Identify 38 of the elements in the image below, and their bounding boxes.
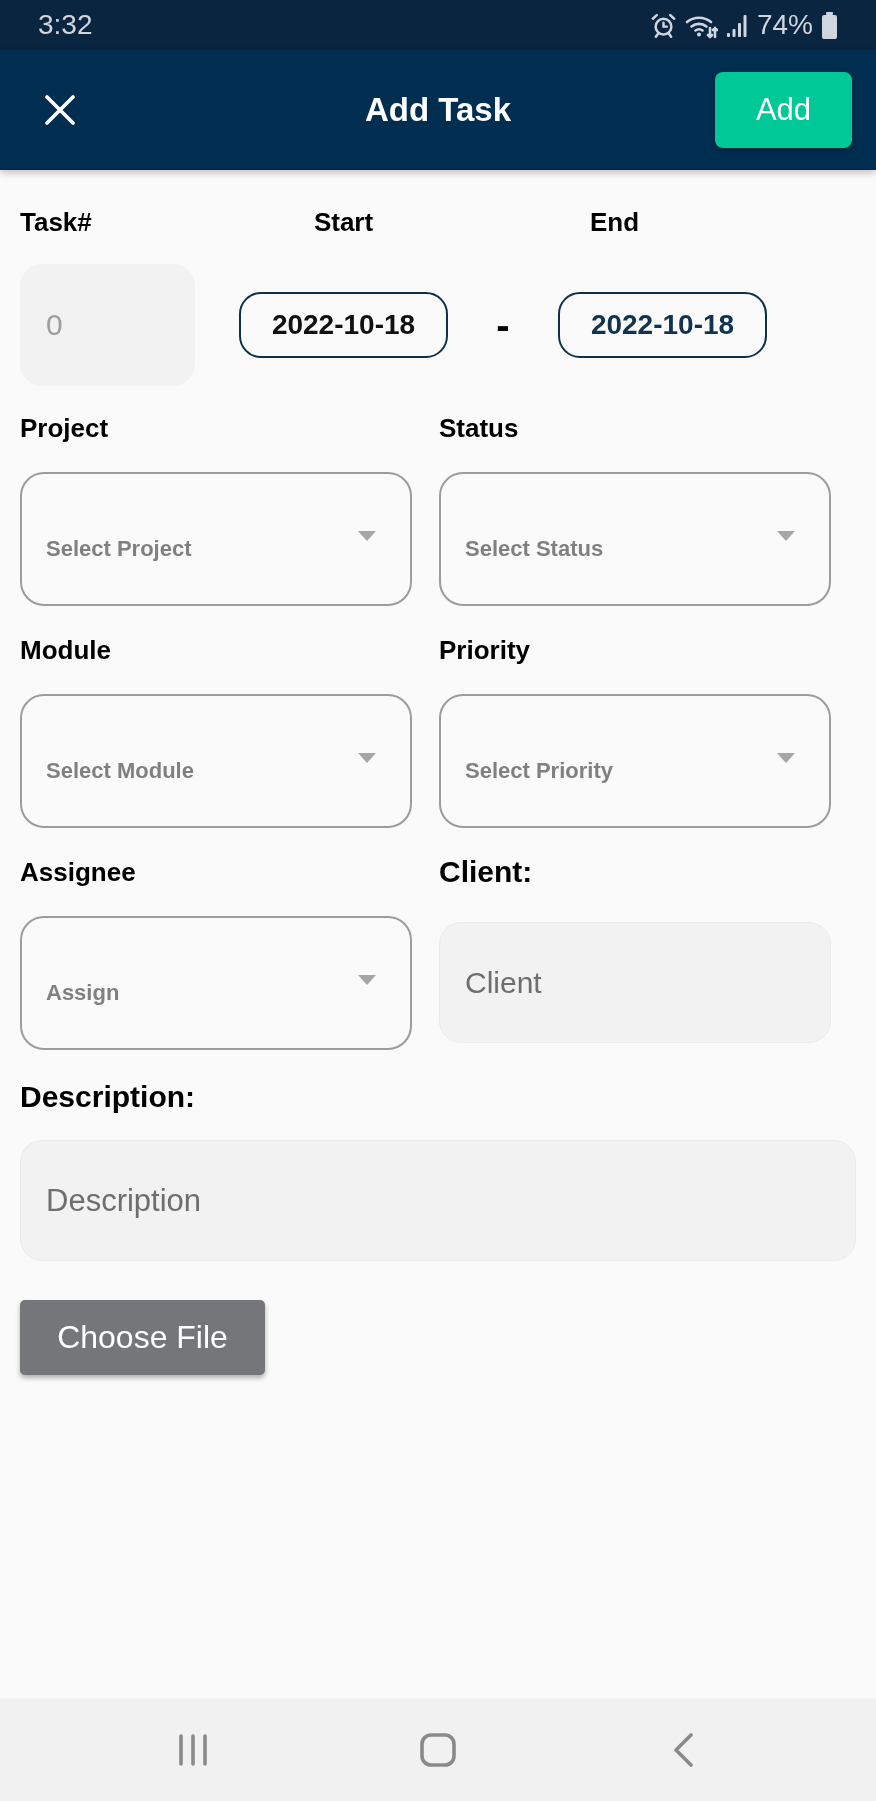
recent-apps-icon[interactable]: [178, 1732, 208, 1767]
status-time: 3:32: [38, 9, 93, 41]
task-number-field[interactable]: 0: [20, 264, 195, 386]
dropdown-field[interactable]: Assign: [20, 916, 412, 1050]
field-label: Module: [20, 635, 112, 665]
field-label: Priority: [439, 635, 532, 665]
field-label: End: [590, 207, 640, 237]
text-input-field[interactable]: Client: [439, 922, 831, 1043]
field-label: Assignee: [20, 857, 137, 887]
field-label: Start: [313, 207, 374, 237]
caret-down-icon: [358, 753, 376, 763]
battery-percentage: 74%: [756, 9, 813, 41]
field-label: Client:: [439, 857, 534, 887]
dropdown-field[interactable]: Select Status: [439, 472, 831, 606]
close-button[interactable]: [45, 95, 75, 125]
dropdown-field[interactable]: Select Module: [20, 694, 412, 828]
caret-down-icon: [358, 531, 376, 541]
start-date-field[interactable]: 2022-10-18: [239, 292, 448, 358]
page-title: Add Task: [364, 91, 512, 129]
battery-icon: [821, 11, 838, 39]
close-icon: [45, 95, 75, 125]
caret-down-icon: [777, 753, 795, 763]
alarm-clock-icon: [649, 11, 677, 39]
dropdown-field[interactable]: Select Project: [20, 472, 412, 606]
end-date-field[interactable]: 2022-10-18: [558, 292, 767, 358]
field-label: Status: [439, 413, 520, 443]
add-button[interactable]: Add: [715, 72, 852, 148]
caret-down-icon: [358, 975, 376, 985]
dropdown-field[interactable]: Select Priority: [439, 694, 831, 828]
date-separator: -: [496, 305, 510, 345]
field-label: Project: [20, 413, 110, 443]
caret-down-icon: [777, 531, 795, 541]
home-icon[interactable]: [420, 1732, 456, 1767]
field-label: Task#: [20, 207, 92, 237]
field-label: Description:: [20, 1082, 196, 1112]
choose-file-button[interactable]: Choose File: [20, 1300, 265, 1375]
back-icon[interactable]: [673, 1732, 693, 1767]
description-field[interactable]: Description: [20, 1140, 856, 1261]
